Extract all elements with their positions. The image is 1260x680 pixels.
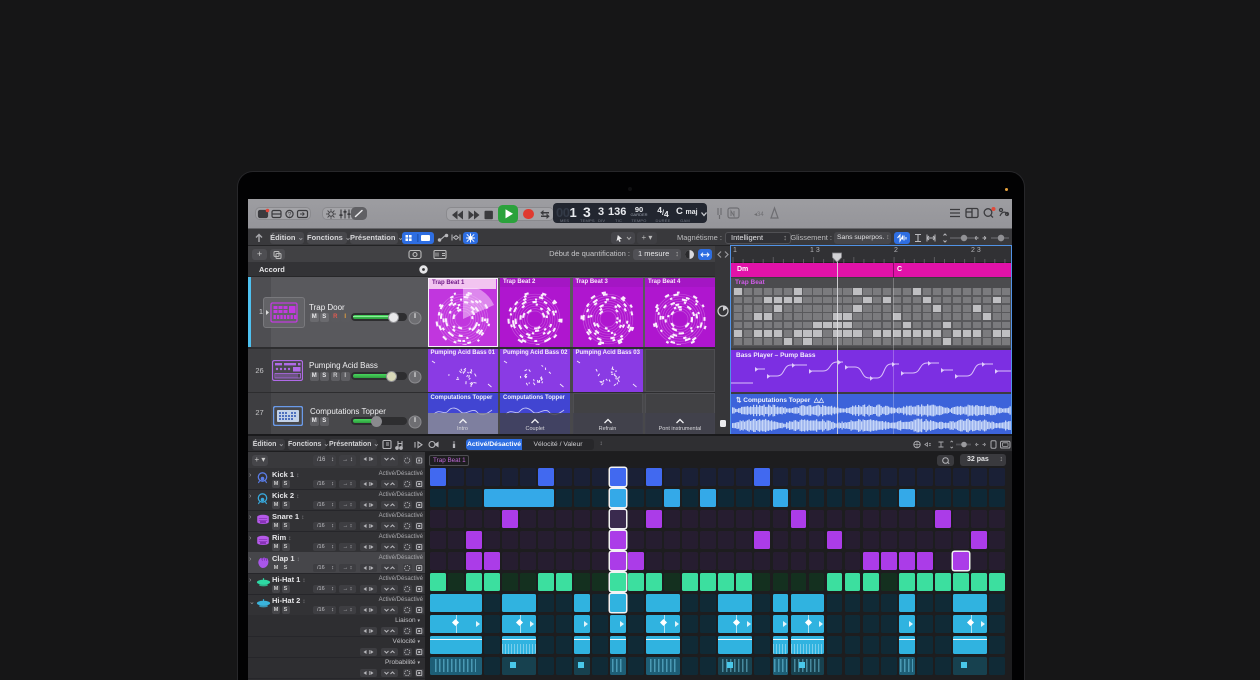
svg-text:◂34: ◂34: [754, 212, 764, 218]
svg-text:?: ?: [288, 211, 292, 218]
